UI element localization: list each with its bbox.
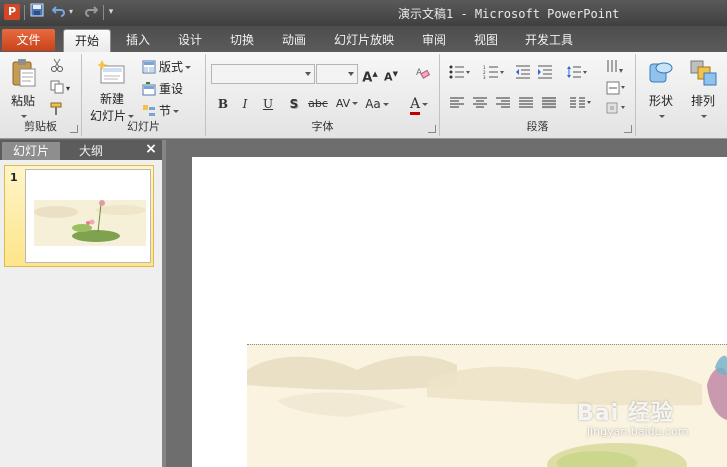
shrink-font-icon[interactable]: A▼ [382,65,400,84]
distributed-icon[interactable] [540,96,558,114]
layout-icon [142,60,156,74]
svg-text:3: 3 [483,75,486,79]
new-slide-label-line1: 新建 [99,92,124,106]
arrange-label: 排列 [690,94,715,108]
font-color-button[interactable]: A [406,95,432,115]
text-direction-icon[interactable] [604,59,628,77]
reset-label: 重设 [159,82,184,96]
align-center-icon[interactable] [471,96,489,114]
slides-group-label: 幻灯片 [127,120,160,133]
chevron-down-icon [185,66,192,69]
tab-outline-pane[interactable]: 大纲 [62,142,120,160]
justify-icon[interactable] [517,96,535,114]
cut-icon[interactable] [48,58,66,76]
new-slide-icon [96,58,126,88]
paragraph-group: 123 段落 [440,54,636,136]
chevron-down-icon [348,72,354,76]
watermark-url: jingyan.baidu.com [587,425,689,438]
strikethrough-button[interactable]: abc [306,95,330,113]
slide-thumbnail-item[interactable]: 1 [4,165,154,267]
chevron-down-icon [305,72,311,76]
slides-group: 新建 幻灯片 版式 重设 节 幻灯片 [82,54,206,136]
text-shadow-button[interactable]: S [285,95,303,113]
clear-formatting-icon[interactable]: A [414,65,432,83]
numbering-icon[interactable]: 123 [480,65,508,83]
slide-thumbnail-list: 1 [0,160,162,467]
chevron-down-icon [684,109,722,118]
columns-icon[interactable] [568,96,594,114]
tab-transitions[interactable]: 切换 [222,29,262,52]
clipboard-group-label: 剪贴板 [24,120,57,133]
align-left-icon[interactable] [448,96,466,114]
bullets-icon[interactable] [446,65,474,83]
section-icon [142,104,156,118]
font-group: A▲ A▼ A B I U S abc AV Aa A 字体 [206,54,440,136]
chevron-down-icon[interactable] [6,109,40,118]
slide-editor-area: Bai 经验 jingyan.baidu.com [166,140,727,467]
decrease-indent-icon[interactable] [514,65,532,83]
tab-developer[interactable]: 开发工具 [518,29,580,52]
pane-tabs: 幻灯片 大纲 × [0,140,162,160]
shapes-label: 形状 [648,94,673,108]
copy-dropdown-icon[interactable]: ▾ [64,80,72,98]
tab-view[interactable]: 视图 [466,29,506,52]
close-pane-icon[interactable]: × [144,141,158,157]
reset-icon [142,82,156,96]
smartart-convert-icon[interactable] [604,101,628,119]
underline-button[interactable]: U [259,95,277,113]
slides-pane: 幻灯片 大纲 × 1 [0,140,162,467]
font-launcher-icon[interactable] [428,125,436,133]
tab-review[interactable]: 审阅 [414,29,454,52]
background-image[interactable]: Bai 经验 jingyan.baidu.com [247,344,727,467]
section-label: 节 [159,104,172,118]
slide-thumbnail-image [25,169,151,263]
slide-number: 1 [10,171,18,184]
reset-button[interactable]: 重设 [142,80,183,98]
change-case-button[interactable]: Aa [364,95,390,113]
window-title: 演示文稿1 - Microsoft PowerPoint [398,7,620,21]
watermark-logo: Bai 经验 [577,401,674,426]
shapes-icon [647,58,675,88]
paste-icon [9,58,37,88]
italic-button[interactable]: I [236,95,254,113]
arrange-button[interactable]: 排列 [684,58,722,118]
font-group-label: 字体 [311,120,334,133]
drawing-group: 形状 排列 [636,54,727,136]
tab-insert[interactable]: 插入 [118,29,158,52]
tab-slides-pane[interactable]: 幻灯片 [2,142,60,160]
bold-button[interactable]: B [214,95,232,113]
tab-file[interactable]: 文件 [2,29,55,51]
new-slide-button[interactable]: 新建 幻灯片 [86,58,138,124]
paragraph-launcher-icon[interactable] [624,125,632,133]
chevron-down-icon [173,110,180,113]
grow-font-icon[interactable]: A▲ [361,65,379,85]
arrange-icon [689,58,717,88]
clipboard-launcher-icon[interactable] [70,125,78,133]
align-right-icon[interactable] [494,96,512,114]
layout-button[interactable]: 版式 [142,58,192,76]
paragraph-group-label: 段落 [526,120,549,133]
paste-button[interactable]: 粘贴 [6,58,40,118]
shapes-button[interactable]: 形状 [642,58,680,118]
font-size-combo[interactable] [316,64,358,84]
tab-home[interactable]: 开始 [63,29,111,52]
paste-label: 粘贴 [10,94,35,108]
ribbon: 粘贴 ▾ 剪贴板 新建 幻灯片 版式 重设 节 幻灯片 A▲ A▼ A B I … [0,52,727,139]
layout-label: 版式 [159,60,184,74]
chevron-down-icon [642,109,680,118]
ribbon-tab-row: 文件 开始 插入 设计 切换 动画 幻灯片放映 审阅 视图 开发工具 [0,26,727,52]
character-spacing-button[interactable]: AV [334,95,360,113]
line-spacing-icon[interactable] [564,65,590,83]
increase-indent-icon[interactable] [536,65,554,83]
font-name-combo[interactable] [211,64,315,84]
title-bar: P ▾ ▾ 演示文稿1 - Microsoft PowerPoint [0,0,727,26]
clipboard-group: 粘贴 ▾ 剪贴板 [0,54,82,136]
tab-animations[interactable]: 动画 [274,29,314,52]
tab-slideshow[interactable]: 幻灯片放映 [328,29,400,52]
align-text-icon[interactable] [604,81,628,99]
tab-design[interactable]: 设计 [170,29,210,52]
slide-canvas[interactable]: Bai 经验 jingyan.baidu.com [192,157,727,467]
